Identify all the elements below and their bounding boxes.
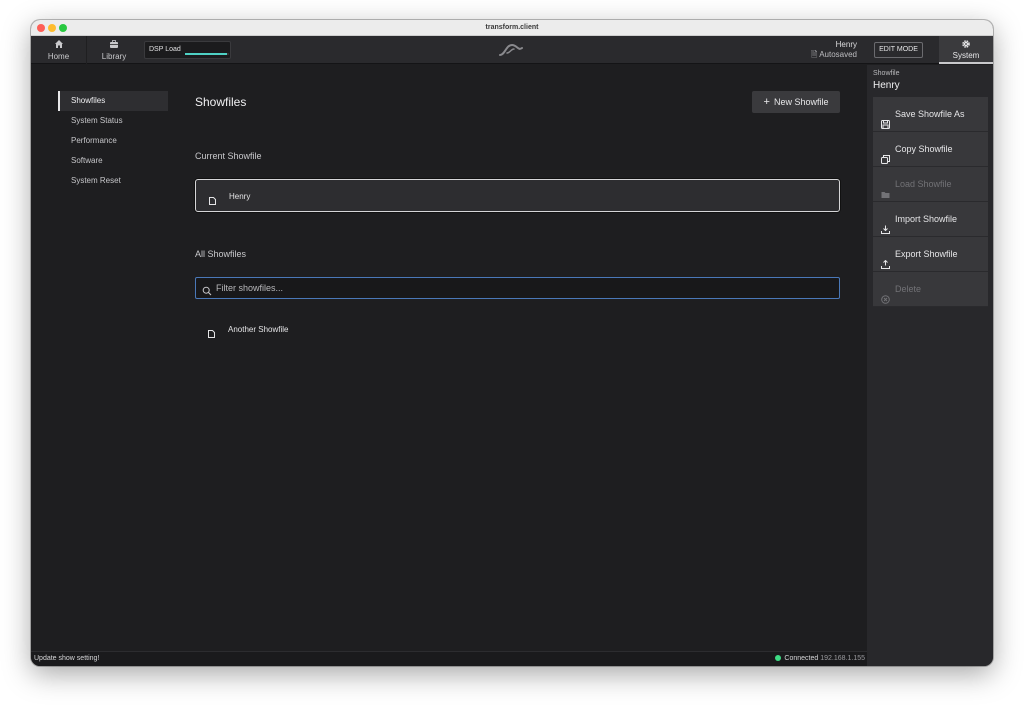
gear-icon: [939, 39, 993, 51]
import-showfile-label: Import Showfile: [895, 214, 958, 224]
delete-showfile-label: Delete: [895, 284, 922, 294]
dsp-load-meter: DSP Load: [144, 41, 231, 59]
list-item[interactable]: Another Showfile: [195, 321, 840, 338]
status-message: Update show setting!: [34, 655, 100, 662]
nav-home-button[interactable]: Home: [31, 36, 86, 64]
window-title: transform.client: [485, 24, 539, 31]
save-showfile-as-button[interactable]: Save Showfile As: [873, 97, 988, 132]
connection-label: Connected: [784, 655, 819, 662]
new-showfile-label: New Showfile: [773, 97, 829, 107]
new-showfile-button[interactable]: + New Showfile: [752, 91, 840, 113]
user-status: Henry 🗎 Autosaved: [811, 40, 857, 60]
sidebar-item-system-status[interactable]: System Status: [58, 111, 168, 131]
app-logo-icon: [497, 42, 525, 58]
nav-home-label: Home: [47, 52, 70, 61]
plus-icon: +: [763, 96, 770, 108]
filter-showfiles-input[interactable]: [216, 278, 826, 298]
filter-showfiles-field[interactable]: [195, 277, 840, 299]
current-showfile-heading: Current Showfile: [195, 151, 262, 161]
dsp-load-label: DSP Load: [149, 46, 181, 53]
connection-indicator-icon: [775, 655, 782, 661]
all-showfiles-heading: All Showfiles: [195, 249, 247, 259]
current-showfile-name: Henry: [229, 192, 251, 201]
main-area: Showfiles System Status Performance Soft…: [31, 65, 867, 651]
sidebar-item-showfiles[interactable]: Showfiles: [58, 91, 168, 111]
title-bar: transform.client: [31, 20, 993, 36]
minimize-window-button[interactable]: [48, 24, 56, 32]
file-icon: [209, 192, 216, 205]
load-showfile-label: Load Showfile: [895, 179, 952, 189]
panel-action-list: Save Showfile As Copy Showfile Load Show…: [873, 97, 988, 307]
nav-system-label: System: [952, 51, 980, 60]
connection-status: Connected 192.168.1.155: [775, 652, 865, 666]
maximize-window-button[interactable]: [59, 24, 67, 32]
search-icon: [202, 283, 212, 301]
current-showfile-card[interactable]: Henry: [195, 179, 840, 212]
panel-label: Showfile: [873, 70, 900, 77]
load-showfile-button[interactable]: Load Showfile: [873, 167, 988, 202]
delete-showfile-button[interactable]: Delete: [873, 272, 988, 307]
delete-icon: [881, 284, 890, 304]
nav-library-label: Library: [101, 52, 127, 61]
import-showfile-button[interactable]: Import Showfile: [873, 202, 988, 237]
copy-showfile-label: Copy Showfile: [895, 144, 953, 154]
save-showfile-as-label: Save Showfile As: [895, 109, 965, 119]
autosave-status: 🗎 Autosaved: [811, 50, 857, 60]
system-sidebar: Showfiles System Status Performance Soft…: [58, 91, 168, 191]
app-window: transform.client Home Library DSP Load H…: [31, 20, 993, 666]
nav-library-button[interactable]: Library: [86, 36, 141, 64]
home-icon: [31, 39, 86, 51]
showfile-name: Another Showfile: [228, 325, 289, 334]
sidebar-item-software[interactable]: Software: [58, 151, 168, 171]
copy-showfile-button[interactable]: Copy Showfile: [873, 132, 988, 167]
autosave-label: Autosaved: [819, 50, 857, 59]
page-title: Showfiles: [195, 95, 247, 109]
library-icon: [87, 39, 141, 51]
copy-icon: [881, 144, 890, 164]
export-showfile-button[interactable]: Export Showfile: [873, 237, 988, 272]
folder-icon: [881, 179, 890, 198]
dsp-load-fill: [185, 53, 227, 55]
dsp-load-bar: [185, 53, 229, 55]
status-bar: Update show setting! Connected 192.168.1…: [31, 651, 867, 666]
save-icon: [881, 109, 890, 129]
sidebar-item-system-reset[interactable]: System Reset: [58, 171, 168, 191]
connection-ip: 192.168.1.155: [820, 655, 865, 662]
export-showfile-label: Export Showfile: [895, 249, 958, 259]
nav-system-button[interactable]: System: [939, 36, 993, 64]
edit-mode-button[interactable]: EDIT MODE: [874, 42, 923, 58]
showfile-actions-panel: Showfile Henry Save Showfile As Copy Sho…: [867, 65, 993, 666]
user-name: Henry: [835, 40, 857, 49]
sidebar-item-performance[interactable]: Performance: [58, 131, 168, 151]
panel-title: Henry: [873, 80, 900, 91]
document-icon: 🗎: [810, 50, 818, 59]
file-icon: [208, 325, 215, 338]
export-icon: [881, 249, 890, 269]
top-toolbar: Home Library DSP Load Henry 🗎 Autosaved: [31, 36, 993, 64]
close-window-button[interactable]: [37, 24, 45, 32]
import-icon: [881, 214, 890, 234]
